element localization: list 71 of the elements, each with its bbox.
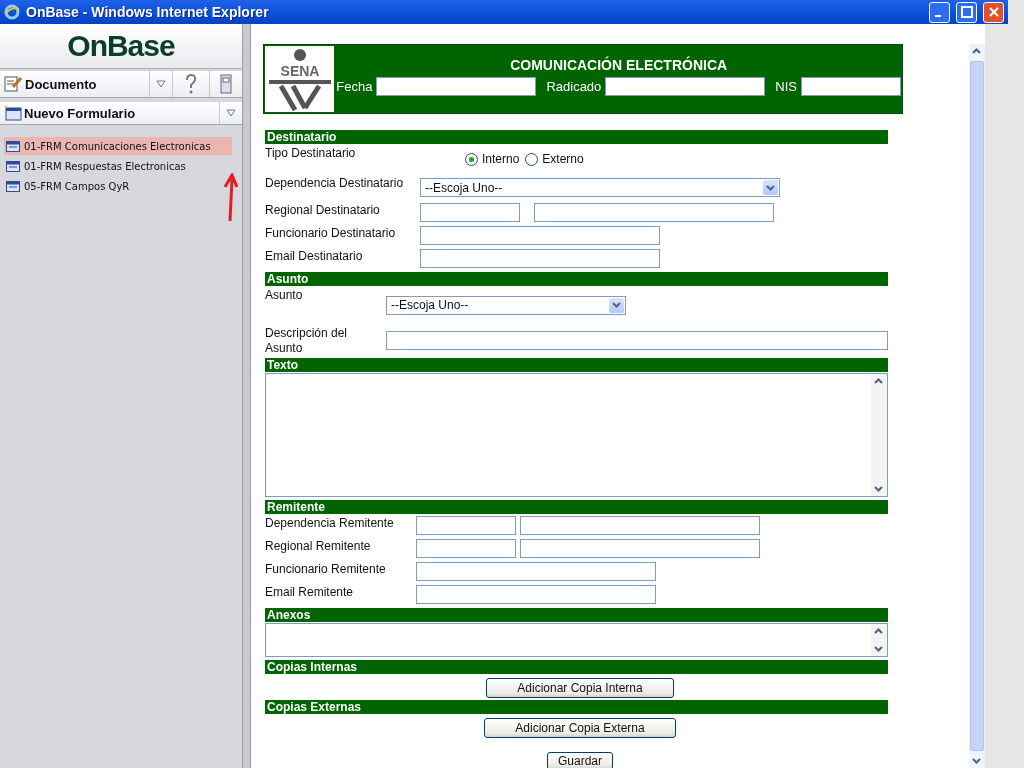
field-label: Regional Destinatario	[265, 202, 381, 217]
input-field[interactable]	[386, 330, 888, 350]
section-header: Asunto	[265, 272, 888, 286]
radio-label: Interno	[482, 152, 520, 166]
menu-label[interactable]: Documento	[25, 76, 149, 92]
form-list-item[interactable]: 05-FRM Campos QyR	[4, 177, 232, 195]
form-list-item[interactable]: 01-FRM Respuestas Electronicas	[4, 157, 232, 175]
section-header: Texto	[265, 358, 888, 372]
header-field-label: Radicado	[546, 79, 602, 94]
field-label: Funcionario Remitente	[265, 561, 387, 576]
arrow-annotation	[222, 173, 238, 223]
section-header: Destinatario	[265, 130, 888, 144]
input-field[interactable]	[605, 77, 766, 96]
input-field[interactable]	[376, 77, 537, 96]
input-field[interactable]	[416, 562, 656, 581]
field-label: Regional Remitente	[265, 538, 372, 553]
close-button[interactable]	[983, 1, 1004, 23]
input-field[interactable]	[416, 516, 516, 535]
dropdown[interactable]: --Escoja Uno--	[386, 295, 626, 315]
form-icon	[6, 140, 20, 152]
scrollbar[interactable]	[969, 44, 985, 768]
input-field[interactable]	[420, 203, 520, 222]
window-title: OnBase - Windows Internet Explorer	[26, 4, 270, 20]
field-label: Tipo Destinatario	[265, 145, 357, 160]
section-header: Anexos	[265, 608, 888, 622]
add-copy-button[interactable]: Adicionar Copia Interna	[486, 678, 674, 698]
input-field[interactable]	[520, 539, 760, 558]
field-label: Dependencia Remitente	[265, 515, 395, 530]
radio-label: Externo	[542, 152, 584, 166]
minimize-button[interactable]	[929, 1, 950, 23]
save-button[interactable]: Guardar	[547, 752, 613, 768]
sena-logo: SENA	[265, 46, 335, 112]
dropdown[interactable]: --Escoja Uno--	[420, 178, 780, 197]
radio-button[interactable]	[525, 152, 539, 166]
splitter[interactable]	[243, 24, 251, 768]
new-form-icon	[3, 105, 23, 121]
browser-icon	[4, 4, 20, 20]
maximize-icon	[960, 6, 973, 18]
form-title: COMUNICACIÓN ELECTRÓNICA	[510, 57, 728, 73]
field-label: Funcionario Destinatario	[265, 225, 397, 240]
header-field-label: Fecha	[336, 79, 373, 94]
input-field[interactable]	[416, 585, 656, 604]
input-field[interactable]	[520, 516, 760, 535]
input-field[interactable]	[801, 77, 901, 96]
field-label: Descripción del Asunto	[265, 325, 349, 356]
subheader-label: Nuevo Formulario	[24, 105, 137, 121]
input-field[interactable]	[420, 249, 660, 268]
input-field[interactable]	[420, 226, 660, 245]
document-icon	[3, 75, 23, 93]
maximize-button[interactable]	[956, 1, 977, 23]
section-header: Copias Externas	[265, 700, 888, 714]
close-icon	[988, 7, 999, 17]
form-icon	[6, 160, 20, 172]
field-label: Email Remitente	[265, 584, 355, 599]
app-logo: OnBase	[0, 24, 242, 69]
input-field[interactable]	[534, 203, 774, 222]
form-list-item[interactable]: 01-FRM Comunicaciones Electronicas	[4, 137, 232, 155]
caret-icon	[609, 297, 624, 313]
form-icon	[6, 180, 20, 192]
field-label: Asunto	[265, 287, 304, 302]
text-area[interactable]	[265, 623, 888, 657]
section-header: Remitente	[265, 500, 888, 514]
field-label: Email Destinatario	[265, 248, 364, 263]
section-header: Copias Internas	[265, 660, 888, 674]
header-field-label: NIS	[775, 79, 797, 94]
caret-icon	[763, 180, 778, 195]
add-copy-button[interactable]: Adicionar Copia Externa	[484, 718, 676, 738]
radio-button[interactable]	[465, 152, 478, 166]
field-label: Dependencia Destinatario	[265, 175, 405, 190]
input-field[interactable]	[416, 539, 516, 558]
minimize-icon	[935, 15, 941, 17]
